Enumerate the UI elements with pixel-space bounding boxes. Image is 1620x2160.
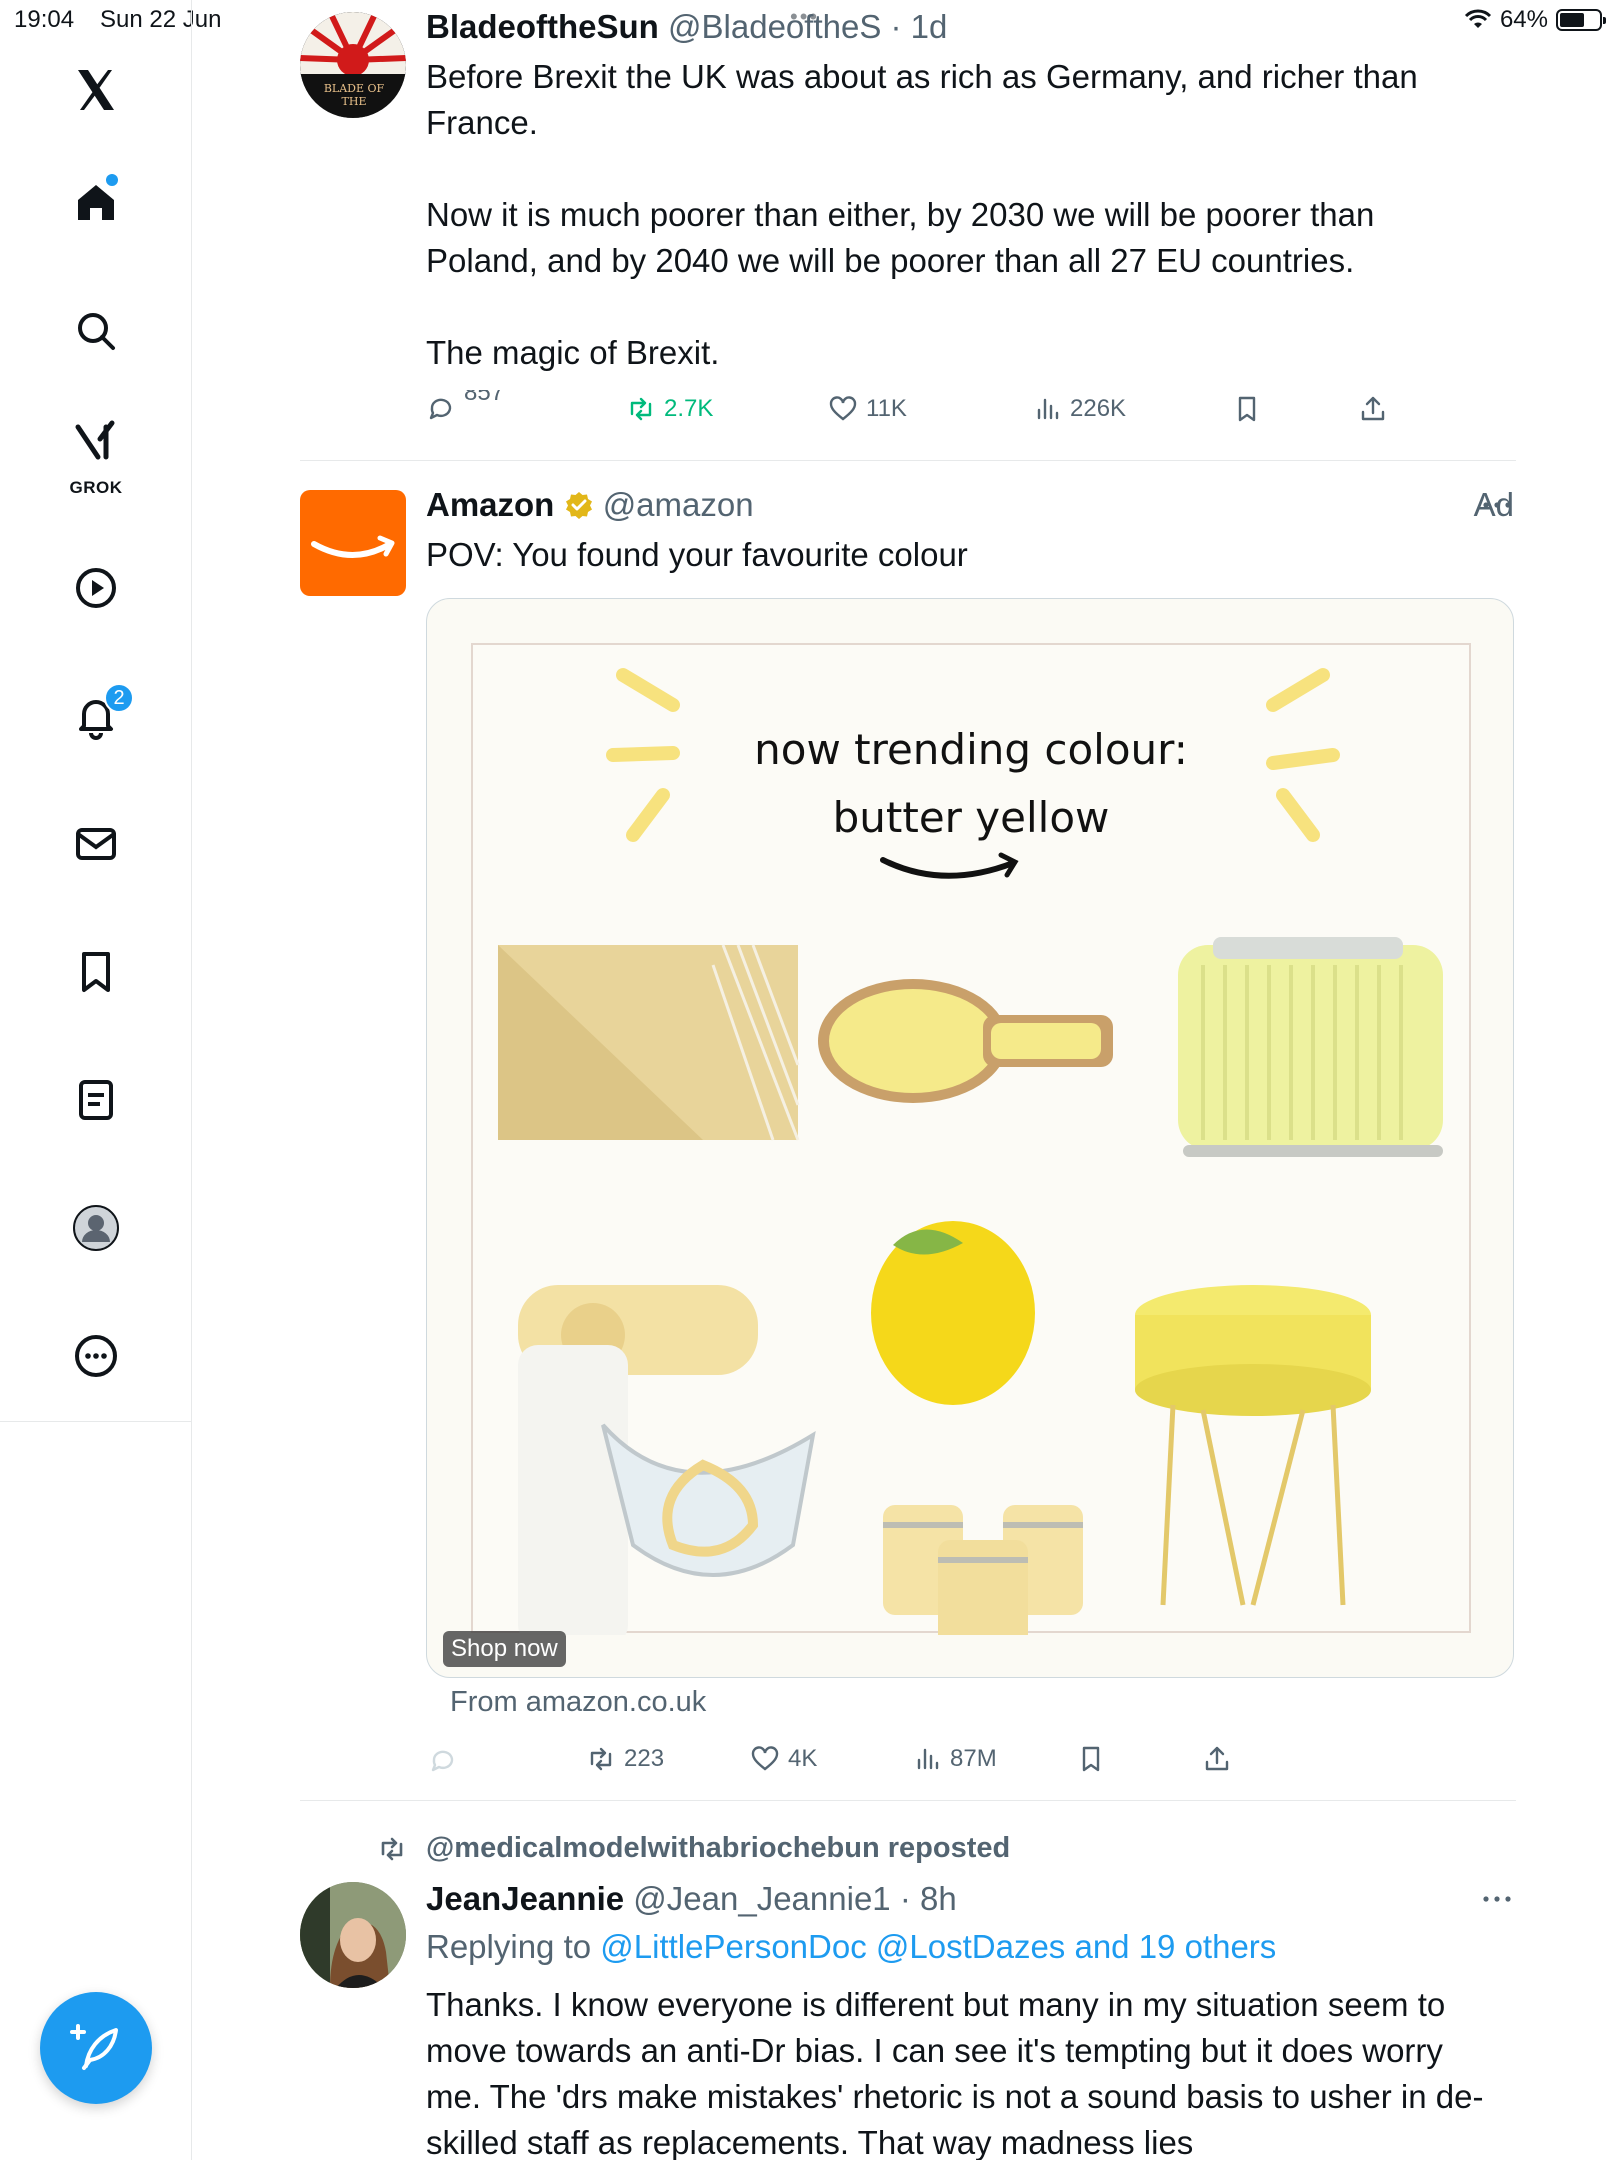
tweet3-more-options-icon[interactable]: [1480, 1884, 1514, 1919]
home-unread-dot: [106, 174, 118, 186]
tweet1-reply-action[interactable]: 857: [426, 390, 506, 424]
replying-to-prefix: Replying to: [426, 1928, 601, 1965]
ad-reply-action[interactable]: [428, 1746, 458, 1776]
ad-header: Amazon @amazon: [426, 486, 754, 524]
sidebar-border: [191, 1422, 192, 2160]
ad-like-action[interactable]: 4K: [750, 1744, 817, 1774]
ad-more-options-icon[interactable]: [1480, 490, 1514, 525]
ad-source-link[interactable]: From amazon.co.uk: [450, 1686, 706, 1719]
verified-badge-icon: [565, 492, 592, 519]
reply-icon: [431, 1750, 454, 1772]
sidebar-item-search[interactable]: [0, 291, 192, 371]
ad-views-action[interactable]: 87M: [912, 1744, 997, 1774]
sidebar-item-lists[interactable]: [0, 1060, 192, 1140]
ad-repost-count: 223: [624, 1745, 665, 1772]
tweet1-views-action[interactable]: 226K: [1032, 394, 1126, 424]
tweet1-author-handle[interactable]: @BladeoftheS: [668, 8, 881, 45]
tweet-divider: [300, 1800, 1516, 1801]
ad-image: now trending colour: butter yellow: [471, 643, 1471, 1635]
more-circle-icon: [75, 1335, 117, 1377]
views-icon: [1037, 398, 1059, 420]
sidebar-item-video[interactable]: [0, 548, 192, 628]
sidebar-item-bookmarks[interactable]: [0, 932, 192, 1012]
sidebar-item-notifications[interactable]: 2: [0, 676, 192, 756]
profile-avatar-icon: [73, 1205, 119, 1251]
share-icon: [1205, 1746, 1229, 1771]
avatar-bladeofthesun[interactable]: BLADE OF THE: [300, 12, 406, 118]
tweet1-body: Before Brexit the UK was about as rich a…: [426, 58, 1418, 371]
tweet1-share-action[interactable]: [1358, 394, 1388, 424]
amazon-smile-logo-icon: [311, 535, 395, 558]
tweet1-like-action[interactable]: 11K: [828, 394, 907, 424]
ad-like-count: 4K: [788, 1745, 818, 1772]
tweet3-header: JeanJeannie @Jean_Jeannie1 · 8h: [426, 1880, 957, 1918]
reposted-by[interactable]: @medicalmodelwithabriochebun reposted: [426, 1832, 1010, 1865]
sidebar-item-home[interactable]: [0, 162, 192, 242]
tweet1-header: BladeoftheSun @BladeoftheS · 1d: [426, 8, 947, 46]
shop-now-button[interactable]: Shop now: [443, 1631, 566, 1667]
battery-percent: 64%: [1499, 6, 1548, 33]
tweet1-reply-count: 857: [464, 390, 505, 406]
sidebar-divider: [0, 1421, 192, 1422]
tweet3-body: Thanks. I know everyone is different but…: [426, 1986, 1484, 2160]
sidebar-item-profile[interactable]: [0, 1188, 192, 1268]
ad-text: POV: You found your favourite colour: [426, 536, 968, 573]
tweet3-replying-to: Replying to @LittlePersonDoc @LostDazes …: [426, 1928, 1276, 1966]
battery-icon: [1556, 9, 1606, 31]
ad-image-card[interactable]: now trending colour: butter yellow Shop …: [426, 598, 1514, 1678]
repost-icon: [630, 397, 652, 421]
mail-icon: [76, 828, 116, 860]
ad-bookmark-action[interactable]: [1076, 1744, 1106, 1774]
ad-author-name[interactable]: Amazon: [426, 486, 554, 523]
bookmark-icon: [82, 952, 110, 992]
wifi-icon: [1464, 9, 1492, 28]
tweet1-author-name[interactable]: BladeoftheSun: [426, 8, 659, 45]
heart-icon: [829, 396, 857, 421]
tweet3-author-name[interactable]: JeanJeannie: [426, 1880, 624, 1917]
tweet1-bookmark-action[interactable]: [1232, 394, 1262, 424]
compose-feather-icon: [70, 2024, 118, 2070]
reposted-icon: [376, 1834, 408, 1869]
avatar-caption: BLADE OF THE: [323, 82, 385, 108]
tweet1-time[interactable]: · 1d: [891, 8, 948, 45]
tweet1-repost-action[interactable]: 2.7K: [626, 394, 713, 424]
replying-to-users-link[interactable]: @LittlePersonDoc @LostDazes and 19 other…: [600, 1928, 1276, 1965]
play-icon: [76, 568, 116, 608]
compose-post-button[interactable]: [40, 1992, 152, 2104]
ad-share-action[interactable]: [1202, 1744, 1232, 1774]
tweet1-repost-count: 2.7K: [664, 395, 714, 422]
tweet-divider: [300, 460, 1516, 461]
person-photo-avatar-icon: [300, 1882, 406, 1988]
sidebar-item-more[interactable]: [0, 1316, 192, 1396]
sidebar-item-messages[interactable]: [0, 804, 192, 884]
tweet1-like-count: 11K: [866, 395, 907, 422]
tweet3-author-handle[interactable]: @Jean_Jeannie1: [633, 1880, 890, 1917]
ad-author-handle[interactable]: @amazon: [603, 486, 754, 523]
ad-image-title-line2: butter yellow: [832, 793, 1110, 842]
grok-icon: [75, 420, 115, 460]
views-icon: [917, 1748, 939, 1770]
ad-repost-action[interactable]: 223: [586, 1744, 664, 1774]
share-icon: [1361, 396, 1385, 421]
tweet3-time[interactable]: · 8h: [900, 1880, 957, 1917]
notifications-badge: 2: [104, 683, 134, 713]
list-icon: [79, 1080, 113, 1120]
grok-label: GROK: [69, 478, 123, 497]
x-logo-icon[interactable]: [0, 50, 192, 130]
repost-icon: [590, 1747, 612, 1771]
ad-image-title-line1: now trending colour:: [754, 725, 1188, 774]
ad-view-count: 87M: [950, 1745, 997, 1772]
reply-icon: [429, 398, 452, 420]
avatar-jeanjeannie[interactable]: [300, 1882, 406, 1988]
avatar-amazon[interactable]: [300, 490, 406, 596]
bookmark-icon: [1238, 396, 1256, 422]
heart-icon: [751, 1746, 779, 1771]
search-icon: [78, 313, 115, 350]
bookmark-icon: [1082, 1746, 1100, 1772]
tweet1-view-count: 226K: [1070, 395, 1127, 422]
